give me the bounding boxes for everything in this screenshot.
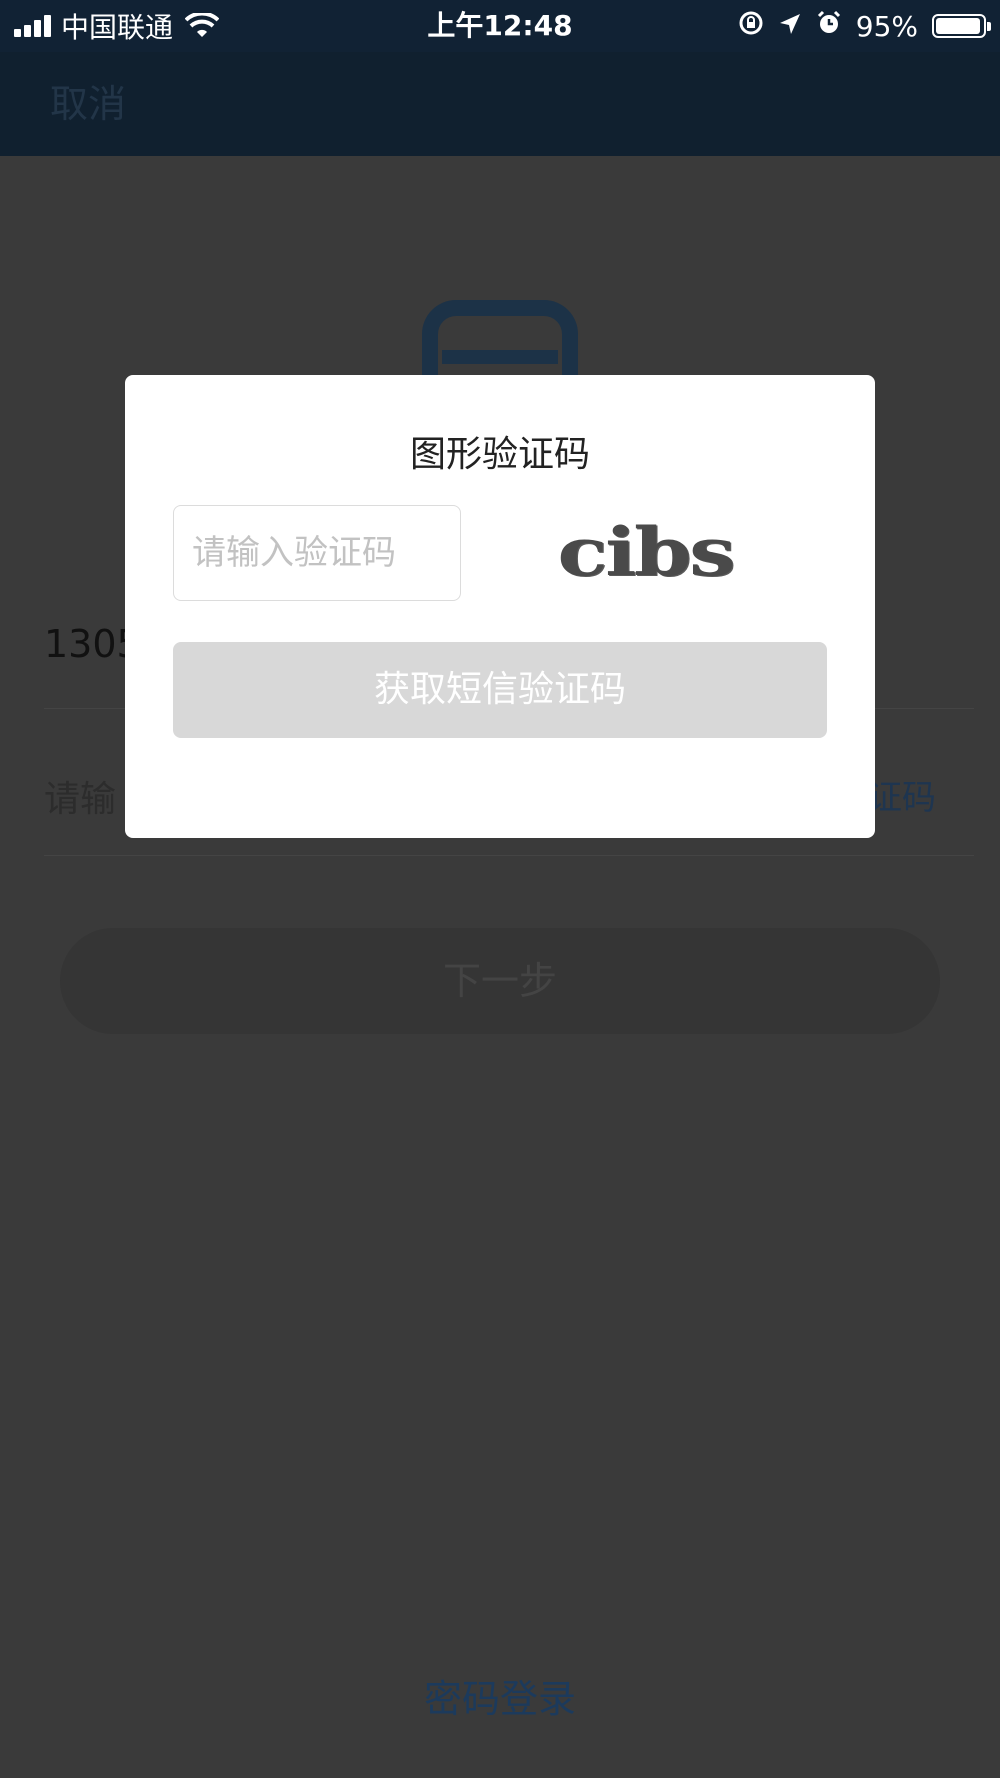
captcha-text: cibs: [557, 513, 735, 591]
divider: [44, 855, 974, 856]
captcha-dialog: 图形验证码 cibs 获取短信验证码: [125, 375, 875, 838]
phone-verify-icon: [422, 300, 578, 380]
status-bar: 中国联通 上午12:48 95%: [0, 0, 1000, 52]
dialog-title: 图形验证码: [409, 434, 590, 475]
alarm-icon: [816, 10, 842, 43]
sms-code-field[interactable]: 请输: [44, 770, 116, 822]
battery-level: [936, 18, 980, 34]
battery-percent: 95%: [855, 9, 918, 43]
next-step-button[interactable]: 下一步: [60, 928, 940, 1034]
password-login-link[interactable]: 密码登录: [0, 1668, 1000, 1723]
cancel-button[interactable]: 取消: [50, 52, 126, 156]
captcha-image[interactable]: cibs: [525, 497, 765, 607]
status-bar-right: 95%: [738, 0, 991, 52]
get-sms-code-button[interactable]: 获取短信验证码: [173, 642, 827, 738]
location-icon: [778, 10, 802, 43]
orientation-lock-icon: [738, 10, 764, 43]
captcha-input[interactable]: [173, 505, 461, 601]
battery-icon: [932, 14, 991, 38]
nav-bar: 取消: [0, 52, 1000, 156]
get-sms-code-link[interactable]: 证码: [868, 770, 936, 819]
